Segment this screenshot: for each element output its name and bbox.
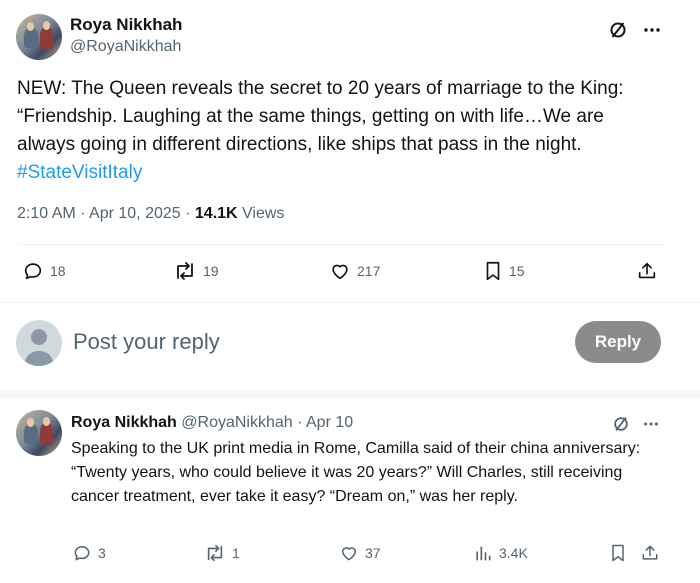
share-upload-icon: [642, 545, 658, 560]
repost-arrows-icon: [207, 544, 223, 562]
tweet-text: NEW: The Queen reveals the secret to 20 …: [17, 75, 667, 187]
views-count: 14.1K: [194, 205, 238, 222]
like-count: 217: [357, 263, 381, 279]
repost-count: 19: [203, 263, 219, 279]
share-action[interactable]: [636, 260, 658, 282]
views-label: Views: [237, 205, 285, 222]
bookmark-count: 15: [509, 263, 525, 279]
bookmark-icon: [486, 261, 500, 281]
reply-views-count: 3.4K: [499, 545, 528, 561]
grok-slash-circle-icon[interactable]: [610, 413, 632, 435]
reply-like-count: 37: [365, 545, 381, 561]
bar-chart-icon: [476, 546, 491, 561]
tweet-body: NEW: The Queen reveals the secret to 20 …: [17, 78, 624, 155]
reply-date[interactable]: · Apr 10: [293, 414, 353, 431]
more-dots-icon[interactable]: [640, 18, 664, 42]
reply-share-action[interactable]: [640, 543, 660, 563]
heart-icon: [332, 264, 348, 280]
share-upload-icon: [638, 262, 656, 279]
reply-action[interactable]: 18: [22, 260, 66, 282]
reply-tweet-text: Speaking to the UK print media in Rome, …: [71, 440, 641, 505]
more-dots-icon[interactable]: [640, 413, 662, 435]
reply-input[interactable]: Post your reply: [73, 329, 220, 355]
speech-bubble-icon: [24, 263, 42, 280]
reply-bookmark-action[interactable]: [609, 543, 627, 563]
speech-bubble-icon: [74, 546, 90, 561]
reply-views-action[interactable]: 3.4K: [473, 543, 528, 563]
tweet-timestamp[interactable]: 2:10 AM · Apr 10, 2025 ·: [17, 205, 195, 222]
grok-slash-circle-icon[interactable]: [606, 18, 630, 42]
divider: [0, 302, 700, 303]
author-handle[interactable]: @RoyaNikkhah: [70, 38, 181, 56]
divider: [0, 391, 700, 399]
bookmark-icon: [612, 544, 624, 562]
reply-header: Roya Nikkhah @RoyaNikkhah · Apr 10: [71, 414, 353, 432]
bookmark-action[interactable]: 15: [483, 260, 525, 282]
repost-arrows-icon: [177, 262, 193, 280]
reply-reply-count: 3: [98, 545, 106, 561]
repost-action[interactable]: 19: [173, 260, 219, 282]
person-silhouette-icon: [16, 320, 62, 366]
reply-reply-action[interactable]: 3: [72, 543, 106, 563]
author-avatar[interactable]: [16, 14, 62, 60]
like-action[interactable]: 217: [329, 260, 380, 282]
reply-count: 18: [50, 263, 66, 279]
divider: [17, 244, 665, 245]
heart-icon: [342, 547, 356, 561]
reply-repost-action[interactable]: 1: [204, 543, 240, 563]
tweet-meta: 2:10 AM · Apr 10, 2025 · 14.1K Views: [17, 205, 284, 223]
author-name[interactable]: Roya Nikkhah: [70, 15, 182, 35]
hashtag-link[interactable]: #StateVisitItaly: [17, 162, 142, 183]
reply-button[interactable]: Reply: [575, 321, 661, 363]
reply-author-avatar[interactable]: [16, 410, 62, 456]
reply-author-handle[interactable]: @RoyaNikkhah: [181, 414, 292, 431]
reply-author-name[interactable]: Roya Nikkhah: [71, 414, 177, 431]
reply-repost-count: 1: [232, 545, 240, 561]
reply-like-action[interactable]: 37: [339, 543, 381, 563]
